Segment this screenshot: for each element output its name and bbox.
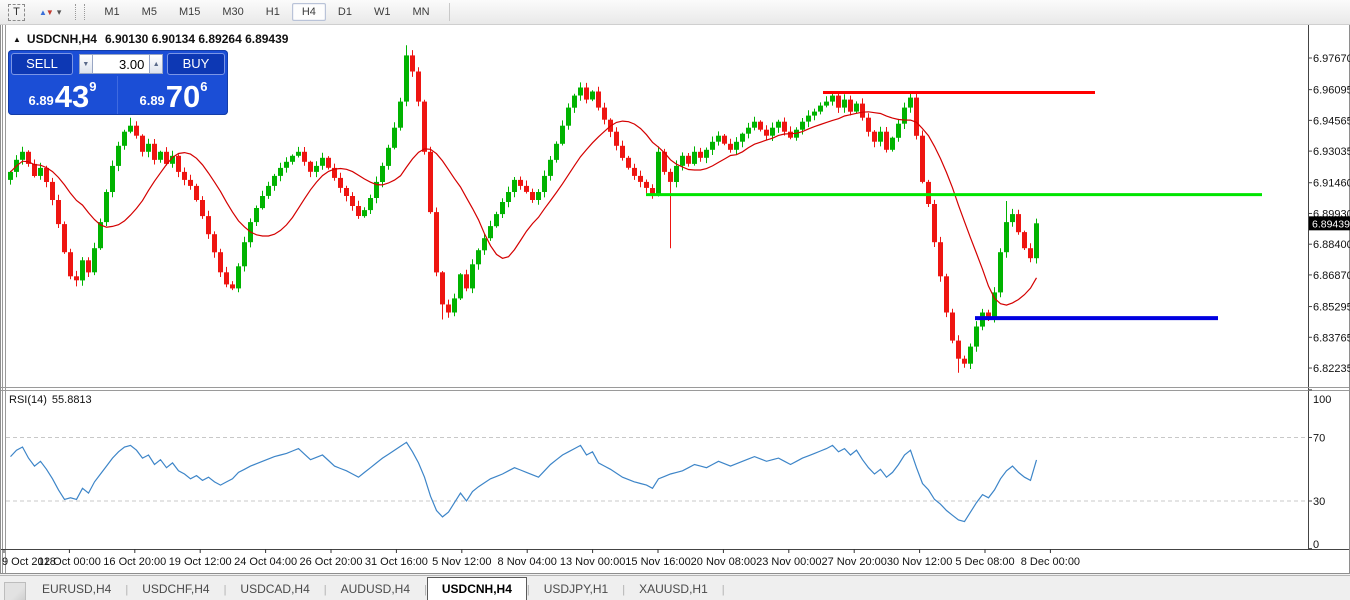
svg-text:0: 0 xyxy=(1313,539,1319,551)
collapse-triangle-icon: ▲ xyxy=(13,35,21,44)
tab-USDJPY-H1[interactable]: USDJPY,H1 xyxy=(530,579,622,600)
svg-text:6.86870: 6.86870 xyxy=(1313,270,1350,282)
sell-price[interactable]: 6.89 43 9 xyxy=(8,76,118,114)
buy-price-pips: 70 xyxy=(166,82,200,112)
svg-text:20 Nov 08:00: 20 Nov 08:00 xyxy=(691,556,756,568)
svg-text:19 Oct 12:00: 19 Oct 12:00 xyxy=(169,556,232,568)
rsi-value: 55.8813 xyxy=(52,394,92,406)
svg-text:6.83765: 6.83765 xyxy=(1313,332,1350,344)
svg-text:6.96095: 6.96095 xyxy=(1313,85,1350,97)
volume-stepper: ▼ ▲ xyxy=(79,54,163,74)
tab-USDCHF-H4[interactable]: USDCHF,H4 xyxy=(128,579,223,600)
svg-text:27 Nov 20:00: 27 Nov 20:00 xyxy=(821,556,886,568)
svg-text:12 Oct 00:00: 12 Oct 00:00 xyxy=(38,556,101,568)
tab-USDCAD-H4[interactable]: USDCAD,H4 xyxy=(226,579,323,600)
text-tool-icon: T xyxy=(8,4,25,21)
svg-text:6.89439: 6.89439 xyxy=(1312,218,1350,230)
volume-decrease-button[interactable]: ▼ xyxy=(79,54,93,74)
sell-price-base: 6.89 xyxy=(28,93,53,108)
toolbar-separator xyxy=(449,3,450,21)
svg-text:23 Nov 00:00: 23 Nov 00:00 xyxy=(756,556,821,568)
svg-text:30 Nov 12:00: 30 Nov 12:00 xyxy=(887,556,952,568)
timeframe-buttons: M1M5M15M30H1H4D1W1MN xyxy=(93,3,440,21)
svg-text:8 Nov 04:00: 8 Nov 04:00 xyxy=(498,556,557,568)
tab-AUDUSD-H4[interactable]: AUDUSD,H4 xyxy=(327,579,424,600)
svg-text:31 Oct 16:00: 31 Oct 16:00 xyxy=(365,556,428,568)
svg-text:6.85295: 6.85295 xyxy=(1313,302,1350,314)
timeframe-button-W1[interactable]: W1 xyxy=(364,3,401,21)
svg-text:6.94565: 6.94565 xyxy=(1313,115,1350,127)
tab-XAUUSD-H1[interactable]: XAUUSD,H1 xyxy=(625,579,722,600)
timeframe-button-M15[interactable]: M15 xyxy=(169,3,210,21)
buy-price-base: 6.89 xyxy=(139,93,164,108)
toolbar-grip xyxy=(75,4,85,20)
svg-text:15 Nov 16:00: 15 Nov 16:00 xyxy=(625,556,690,568)
sell-price-pips: 43 xyxy=(55,82,89,112)
one-click-trade-panel: SELL ▼ ▲ BUY 6.89 43 9 6.89 70 6 xyxy=(8,50,228,115)
sell-price-point: 9 xyxy=(89,79,96,94)
svg-text:8 Dec 00:00: 8 Dec 00:00 xyxy=(1021,556,1080,568)
chevron-down-icon: ▾ xyxy=(57,7,62,18)
rsi-indicator-label: RSI(14) 55.8813 xyxy=(9,394,92,406)
current-price-tag: 6.89439 xyxy=(1309,216,1350,230)
svg-text:26 Oct 20:00: 26 Oct 20:00 xyxy=(300,556,363,568)
buy-button[interactable]: BUY xyxy=(167,53,225,75)
svg-text:6.82235: 6.82235 xyxy=(1313,363,1350,375)
timeframe-button-H4[interactable]: H4 xyxy=(292,3,326,21)
svg-text:5 Nov 12:00: 5 Nov 12:00 xyxy=(432,556,491,568)
tab-USDCNH-H4[interactable]: USDCNH,H4 xyxy=(427,577,527,600)
svg-text:6.91460: 6.91460 xyxy=(1313,178,1350,190)
svg-text:6.93035: 6.93035 xyxy=(1313,146,1350,158)
timeframe-button-MN[interactable]: MN xyxy=(402,3,439,21)
svg-text:24 Oct 04:00: 24 Oct 04:00 xyxy=(234,556,297,568)
timeframe-button-D1[interactable]: D1 xyxy=(328,3,362,21)
svg-text:100: 100 xyxy=(1313,394,1331,406)
timeframe-button-M1[interactable]: M1 xyxy=(94,3,129,21)
svg-text:6.88400: 6.88400 xyxy=(1313,239,1350,251)
svg-text:70: 70 xyxy=(1313,433,1325,445)
svg-text:13 Nov 00:00: 13 Nov 00:00 xyxy=(560,556,625,568)
timeframe-button-M5[interactable]: M5 xyxy=(132,3,167,21)
volume-increase-button[interactable]: ▲ xyxy=(149,54,163,74)
tab-strip-stub xyxy=(4,582,26,600)
buy-price[interactable]: 6.89 70 6 xyxy=(119,76,228,114)
chart-symbol: USDCNH,H4 xyxy=(27,32,97,46)
svg-text:5 Dec 08:00: 5 Dec 08:00 xyxy=(955,556,1014,568)
symbol-tab-bar: EURUSD,H4|USDCHF,H4|USDCAD,H4|AUDUSD,H4|… xyxy=(0,575,1350,600)
svg-text:16 Oct 20:00: 16 Oct 20:00 xyxy=(103,556,166,568)
rsi-name: RSI(14) xyxy=(9,394,47,406)
arrow-down-icon: ▼ xyxy=(46,8,54,17)
svg-text:30: 30 xyxy=(1313,496,1325,508)
tab-EURUSD-H4[interactable]: EURUSD,H4 xyxy=(28,579,125,600)
volume-input[interactable] xyxy=(93,54,150,74)
chart-title: ▲ USDCNH,H4 6.90130 6.90134 6.89264 6.8943… xyxy=(13,32,288,46)
timeframe-button-M30[interactable]: M30 xyxy=(212,3,253,21)
svg-text:6.97670: 6.97670 xyxy=(1313,53,1350,65)
arrows-tool-button[interactable]: ▲ ▼ ▾ xyxy=(37,3,63,21)
sell-button[interactable]: SELL xyxy=(11,53,73,75)
buy-price-point: 6 xyxy=(200,79,207,94)
timeframe-button-H1[interactable]: H1 xyxy=(256,3,290,21)
tab-divider: | xyxy=(722,584,725,600)
text-tool-button[interactable]: T xyxy=(6,3,27,21)
chart-ohlc-values: 6.90130 6.90134 6.89264 6.89439 xyxy=(105,32,289,46)
toolbar: T ▲ ▼ ▾ M1M5M15M30H1H4D1W1MN xyxy=(0,0,1350,25)
